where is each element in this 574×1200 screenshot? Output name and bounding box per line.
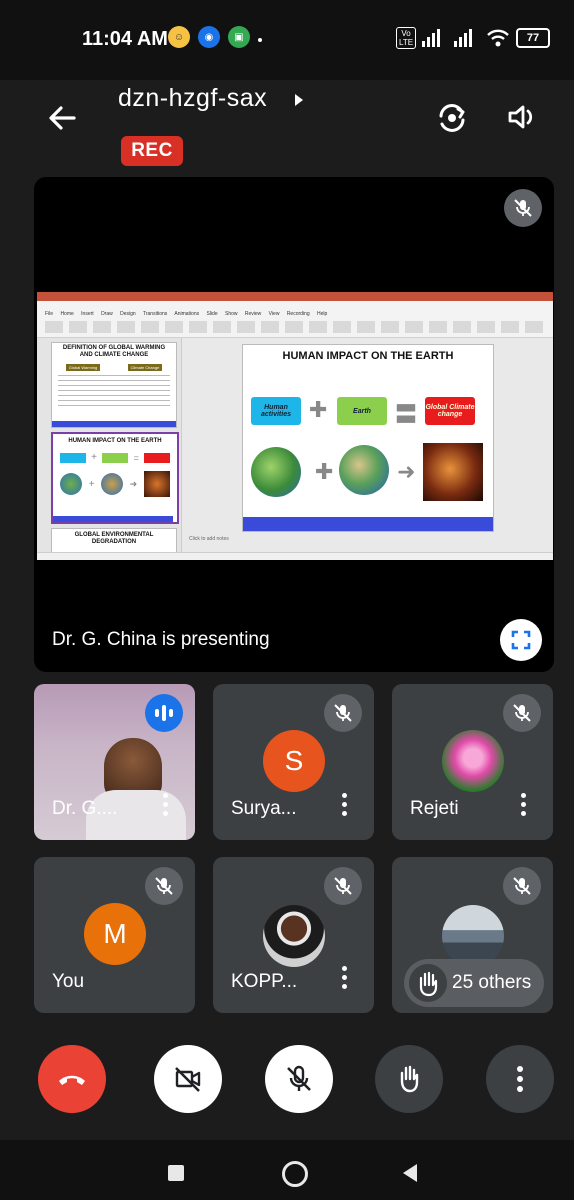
arrow-sign: ➜ (397, 459, 416, 484)
fullscreen-icon (511, 630, 531, 650)
participant-name: Dr. G.... (52, 798, 118, 819)
muted-mic-icon (503, 694, 541, 732)
ppt-ribbon: File Home Insert Draw Design Transitions… (37, 301, 553, 338)
raise-hand-button[interactable] (375, 1045, 443, 1113)
camera-toggle-button[interactable] (154, 1045, 222, 1113)
more-vert-icon (517, 1066, 523, 1092)
others-participants-button[interactable]: 25 others (404, 959, 544, 1007)
slide-title: HUMAN IMPACT ON THE EARTH (282, 350, 454, 362)
slide-footer-bar (243, 517, 493, 531)
switch-camera-icon[interactable] (434, 100, 470, 136)
slide-thumbnails: DEFINITION OF GLOBAL WARMING AND CLIMATE… (37, 338, 182, 560)
back-arrow-icon[interactable] (44, 100, 80, 136)
status-bar: 11:04 AM ☺ ◉ ▣ Vo LTE 77 (0, 0, 574, 80)
app-notification-icon: ◉ (198, 26, 220, 48)
mic-off-icon (287, 1065, 311, 1091)
muted-mic-icon (324, 867, 362, 905)
more-options-icon[interactable] (521, 793, 527, 820)
more-options-icon[interactable] (342, 793, 348, 820)
recording-badge: REC (121, 136, 183, 166)
participant-tile[interactable]: Rejeti (392, 684, 553, 840)
notification-icon: ☺ (168, 26, 190, 48)
avatar: M (84, 903, 146, 965)
human-activities-box: Human activities (251, 397, 301, 425)
speaker-icon[interactable] (506, 100, 540, 134)
status-time: 11:04 AM (82, 28, 168, 50)
ppt-ribbon-tools (45, 321, 545, 333)
muted-mic-icon (324, 694, 362, 732)
participant-tile[interactable]: M You (34, 857, 195, 1013)
human-activities-image (251, 447, 301, 497)
thumbnail-1: DEFINITION OF GLOBAL WARMING AND CLIMATE… (51, 342, 177, 428)
battery-level: 77 (526, 32, 540, 44)
presenting-label: Dr. G. China is presenting (52, 629, 270, 650)
raise-hand-icon (400, 1065, 419, 1093)
avatar (263, 905, 325, 967)
more-options-icon[interactable] (163, 793, 169, 820)
fullscreen-button[interactable] (500, 619, 542, 661)
equals-sign: 〓 (395, 402, 418, 427)
shared-screen: File Home Insert Draw Design Transitions… (37, 292, 553, 560)
earth-box: Earth (337, 397, 387, 425)
damaged-earth-image (423, 443, 483, 501)
more-options-button[interactable] (486, 1045, 554, 1113)
thumb1-col2: Climate Change (127, 364, 163, 371)
end-call-button[interactable] (38, 1045, 106, 1113)
signal-icon (422, 29, 440, 47)
recent-apps-icon[interactable] (168, 1165, 184, 1181)
muted-mic-icon (504, 189, 542, 227)
signal-icon-2 (454, 29, 472, 47)
presentation-stage[interactable]: File Home Insert Draw Design Transitions… (34, 177, 554, 672)
meeting-code[interactable]: dzn-hzgf-sax (118, 84, 267, 113)
meet-notification-icon: ▣ (228, 26, 250, 48)
participant-tile[interactable]: Dr. G.... (34, 684, 195, 840)
more-notifications-dot (258, 38, 262, 42)
thumb2-title: HUMAN IMPACT ON THE EARTH (68, 438, 162, 444)
participant-name: Surya... (231, 798, 297, 819)
avatar (442, 905, 504, 967)
participant-tile[interactable]: KOPP... (213, 857, 374, 1013)
slide-notes: Click to add notes (189, 536, 229, 542)
participant-name: Rejeti (410, 798, 459, 819)
main-slide: HUMAN IMPACT ON THE EARTH Human activiti… (242, 344, 494, 532)
raised-hand-icon (409, 964, 447, 1002)
avatar: S (263, 730, 325, 792)
thumb3-title: GLOBAL ENVIRONMENTAL DEGRADATION (74, 532, 154, 545)
call-header (0, 80, 574, 178)
thumb1-title: DEFINITION OF GLOBAL WARMING AND CLIMATE… (62, 345, 166, 358)
status-right: Vo LTE 77 (396, 26, 550, 50)
participant-name: You (52, 971, 85, 992)
muted-mic-icon (503, 867, 541, 905)
caret-right-icon[interactable] (292, 92, 306, 108)
plus-sign-2: ✚ (315, 459, 334, 484)
battery-icon: 77 (516, 28, 550, 48)
ppt-status-bar (37, 552, 553, 560)
mic-toggle-button[interactable] (265, 1045, 333, 1113)
home-icon[interactable] (282, 1161, 308, 1187)
participant-name: KOPP... (231, 971, 298, 992)
camera-off-icon (175, 1067, 201, 1092)
hang-up-icon (59, 1075, 85, 1085)
thumbnail-2: HUMAN IMPACT ON THE EARTH + = + ➜ (51, 432, 179, 524)
climate-change-box: Global Climate change (425, 397, 475, 425)
ppt-title-bar (37, 292, 553, 301)
participant-tile[interactable]: S Surya... (213, 684, 374, 840)
others-count-label: 25 others (452, 972, 532, 993)
plus-sign: ✚ (309, 397, 328, 422)
system-nav-bar (0, 1140, 574, 1200)
back-nav-icon[interactable] (400, 1162, 420, 1184)
thumb1-col1: Global Warming (65, 364, 101, 371)
earth-image (339, 445, 389, 495)
muted-mic-icon (145, 867, 183, 905)
wifi-icon (487, 29, 509, 47)
more-options-icon[interactable] (342, 966, 348, 993)
avatar (442, 730, 504, 792)
speaking-indicator-icon (145, 694, 183, 732)
volte-icon: Vo LTE (396, 27, 416, 49)
ppt-tabs: File Home Insert Draw Design Transitions… (45, 311, 328, 317)
